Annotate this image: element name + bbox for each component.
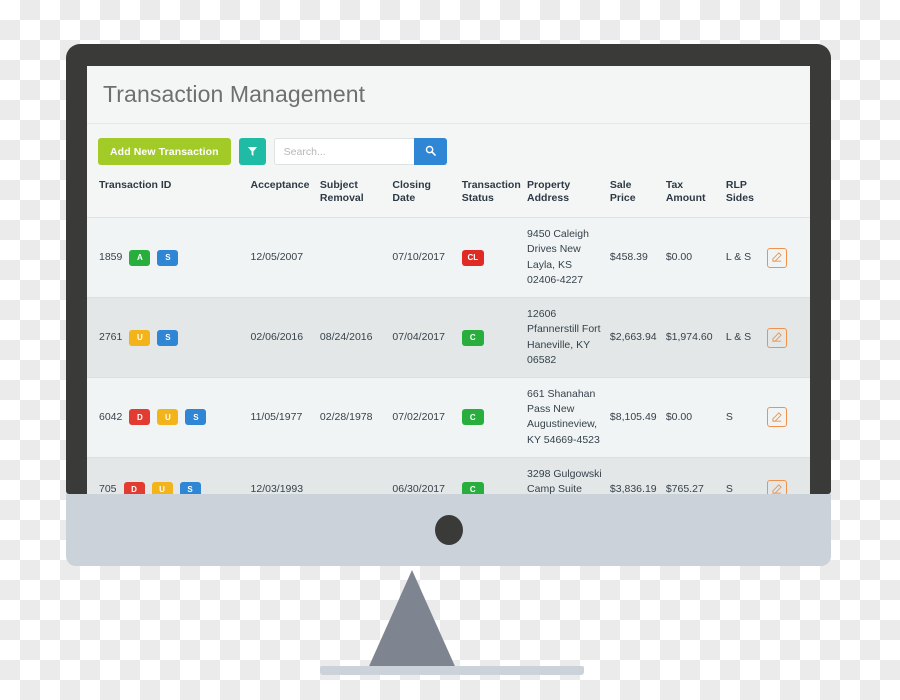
cell-transaction-status: CL — [457, 217, 524, 299]
monitor-stand-base — [320, 666, 584, 675]
monitor-device: Transaction Management Add New Transacti… — [66, 44, 831, 506]
column-header-tax-amount[interactable]: Tax Amount — [661, 174, 722, 219]
monitor-stand-neck — [366, 570, 458, 673]
page-header: Transaction Management — [87, 66, 810, 124]
cell-rlp-sides: L & S — [721, 297, 764, 378]
magnifier-icon — [425, 144, 436, 159]
cell-tax-amount: $1,974.60 — [661, 297, 722, 378]
cell-actions — [763, 377, 810, 458]
cell-actions — [763, 217, 810, 299]
column-header-closing-date[interactable]: Closing Date — [388, 174, 458, 219]
search-group — [273, 138, 447, 165]
cell-sale-price: $8,105.49 — [605, 377, 662, 458]
cell-closing-date: 07/10/2017 — [388, 217, 458, 299]
column-header-acceptance[interactable]: Acceptance — [246, 174, 316, 219]
edit-row-button[interactable] — [767, 407, 788, 428]
cell-tax-amount: $0.00 — [661, 377, 722, 458]
cell-subject-removal — [315, 217, 389, 299]
cell-acceptance: 12/05/2007 — [246, 217, 316, 299]
filter-funnel-icon — [247, 144, 257, 159]
search-button[interactable] — [413, 138, 447, 165]
cell-sale-price: $2,663.94 — [605, 297, 662, 378]
transaction-id-value: 2761 — [99, 330, 123, 343]
transaction-id-value: 1859 — [99, 251, 123, 264]
tag-u: U — [129, 329, 151, 346]
edit-icon — [772, 330, 783, 345]
edit-icon — [772, 410, 783, 425]
cell-property-address: 12606 Pfannerstill Fort Haneville, KY 06… — [523, 297, 606, 378]
search-input[interactable] — [273, 138, 414, 165]
transaction-id-group: 2761 U S — [99, 329, 243, 346]
column-header-rlp-sides[interactable]: RLP Sides — [721, 174, 764, 219]
status-badge: C — [461, 329, 484, 346]
cell-closing-date: 07/04/2017 — [388, 297, 458, 378]
add-new-transaction-button[interactable]: Add New Transaction — [98, 138, 231, 165]
monitor-screen: Transaction Management Add New Transacti… — [87, 66, 810, 506]
status-badge: CL — [461, 249, 484, 266]
column-header-subject-removal[interactable]: Subject Removal — [315, 174, 389, 219]
tag-d: D — [129, 409, 151, 426]
cell-rlp-sides: L & S — [721, 217, 764, 299]
cell-sale-price: $458.39 — [605, 217, 662, 299]
status-badge: C — [461, 409, 484, 426]
cell-acceptance: 02/06/2016 — [246, 297, 316, 378]
column-header-actions — [763, 174, 810, 219]
transaction-id-group: 6042 D U S — [99, 409, 243, 426]
transaction-id-value: 6042 — [99, 410, 123, 423]
cell-subject-removal: 02/28/1978 — [315, 377, 389, 458]
toolbar: Add New Transaction — [87, 124, 810, 174]
table-header: Transaction ID Acceptance Subject Remova… — [87, 174, 810, 219]
cell-tax-amount: $0.00 — [661, 217, 722, 299]
tag-u: U — [157, 409, 179, 426]
table-header-row: Transaction ID Acceptance Subject Remova… — [87, 174, 810, 219]
edit-icon — [772, 250, 783, 265]
tag-s: S — [157, 249, 179, 266]
cell-transaction-status: C — [457, 297, 524, 378]
cell-property-address: 9450 Caleigh Drives New Layla, KS 02406-… — [523, 217, 606, 299]
cell-closing-date: 07/02/2017 — [388, 377, 458, 458]
monitor-logo-dot — [434, 515, 463, 545]
transaction-id-group: 1859 A S — [99, 249, 243, 266]
cell-subject-removal: 08/24/2016 — [315, 297, 389, 378]
cell-property-address: 661 Shanahan Pass New Augustineview, KY … — [523, 377, 606, 458]
transactions-table: Transaction ID Acceptance Subject Remova… — [87, 174, 810, 506]
column-header-sale-price[interactable]: Sale Price — [605, 174, 662, 219]
column-header-transaction-status[interactable]: Transaction Status — [457, 174, 524, 219]
edit-row-button[interactable] — [767, 327, 788, 348]
page-title: Transaction Management — [103, 81, 366, 107]
tag-a: A — [129, 249, 151, 266]
cell-acceptance: 11/05/1977 — [246, 377, 316, 458]
table-row[interactable]: 6042 D U S 11/05/1977 02/28/1978 07/02/2017 C 66… — [87, 377, 810, 458]
edit-row-button[interactable] — [767, 247, 788, 268]
tag-s: S — [157, 329, 179, 346]
filter-button[interactable] — [238, 138, 266, 165]
column-header-transaction-id[interactable]: Transaction ID — [87, 174, 247, 219]
cell-transaction-status: C — [457, 377, 524, 458]
cell-rlp-sides: S — [721, 377, 764, 458]
table-row[interactable]: 1859 A S 12/05/2007 07/10/2017 CL 9450 Caleigh… — [87, 217, 810, 299]
cell-transaction-id: 2761 U S — [87, 297, 247, 378]
cell-actions — [763, 297, 810, 378]
monitor-chin — [66, 494, 831, 566]
table-row[interactable]: 2761 U S 02/06/2016 08/24/2016 07/04/2017 C 126… — [87, 297, 810, 378]
cell-transaction-id: 6042 D U S — [87, 377, 247, 458]
column-header-property-address[interactable]: Property Address — [523, 174, 606, 219]
table-body: 1859 A S 12/05/2007 07/10/2017 CL 9450 Caleigh… — [87, 217, 810, 506]
tag-s: S — [185, 409, 207, 426]
cell-transaction-id: 1859 A S — [87, 217, 247, 299]
